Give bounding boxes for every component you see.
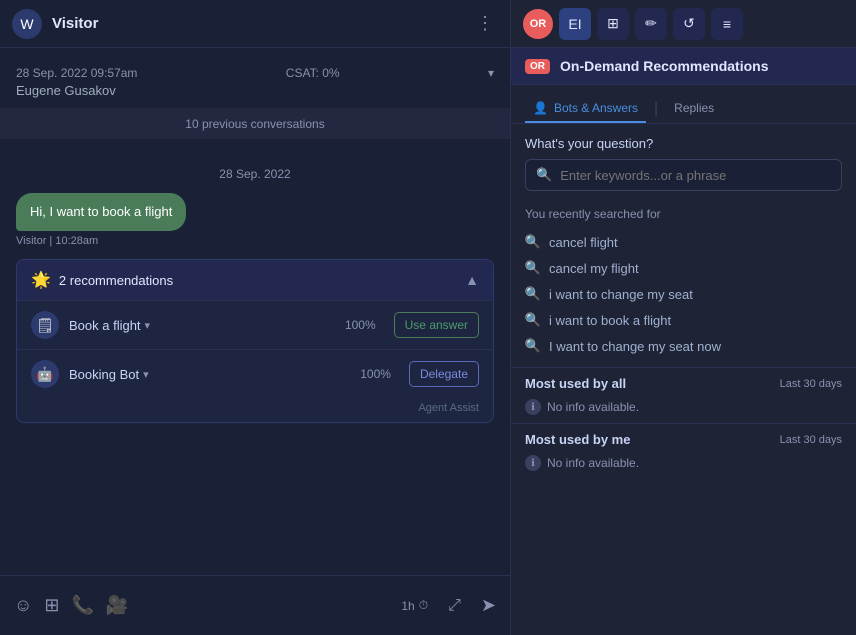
bots-tab-icon: 👤: [533, 101, 548, 115]
doc-top-icon[interactable]: ≡: [711, 8, 743, 40]
visitor-title: Visitor: [52, 15, 472, 32]
visitor-message-wrapper: Hi, I want to book a flight Visitor | 10…: [16, 193, 494, 247]
date-divider: 28 Sep. 2022: [16, 167, 494, 181]
rec-header[interactable]: 🌟 2 recommendations ▲: [17, 260, 493, 300]
most-used-all-period: Last 30 days: [780, 378, 842, 390]
info-icon-all: ℹ: [525, 399, 541, 415]
rec-row-0: 🗒 Book a flight ▾ 100% Use answer: [17, 300, 493, 349]
recent-text-2: i want to change my seat: [549, 287, 693, 302]
rec-row-1: 🤖 Booking Bot ▾ 100% Delegate: [17, 349, 493, 398]
right-panel: OR EI ⊞ ✏ ↺ ≡ OR On-Demand Recommendatio…: [510, 0, 856, 635]
rec-item-chevron-icon-1: ▾: [143, 368, 149, 381]
search-area: What's your question? 🔍: [511, 124, 856, 199]
tab-bots-answers[interactable]: 👤 Bots & Answers: [525, 95, 646, 123]
sun-icon: 🌟: [31, 270, 51, 290]
tab-divider: |: [654, 100, 658, 118]
most-used-all-empty: ℹ No info available.: [525, 399, 842, 415]
most-used-all-section: Most used by all Last 30 days ℹ No info …: [511, 367, 856, 423]
grid-top-icon[interactable]: ⊞: [597, 8, 629, 40]
delegate-button[interactable]: Delegate: [409, 361, 479, 387]
timer-value: 1h: [401, 599, 414, 613]
send-icon[interactable]: ➤: [481, 595, 496, 616]
chat-area: 28 Sep. 2022 Hi, I want to book a flight…: [0, 139, 510, 439]
bubble-meta: Visitor | 10:28am: [16, 235, 494, 247]
recently-section: You recently searched for 🔍 cancel fligh…: [511, 199, 856, 367]
rec-label-1: Booking Bot ▾: [69, 367, 350, 382]
ei-top-icon[interactable]: EI: [559, 8, 591, 40]
phone-icon[interactable]: 📞: [71, 595, 93, 616]
options-icon[interactable]: ⋮: [472, 9, 498, 38]
recent-item-2[interactable]: 🔍 i want to change my seat: [525, 281, 842, 307]
recent-text-3: i want to book a flight: [549, 313, 671, 328]
search-icon: 🔍: [536, 167, 552, 183]
conv-name: Eugene Gusakov: [16, 83, 494, 98]
search-box: 🔍: [525, 159, 842, 191]
conversations-area: 28 Sep. 2022 09:57am CSAT: 0% ▾ Eugene G…: [0, 48, 510, 575]
recent-search-icon-3: 🔍: [525, 312, 541, 328]
or-panel-title: On-Demand Recommendations: [560, 58, 768, 74]
recent-item-3[interactable]: 🔍 i want to book a flight: [525, 307, 842, 333]
or-badge: OR: [525, 59, 550, 74]
app-logo: W: [12, 9, 42, 39]
recent-text-0: cancel flight: [549, 235, 618, 250]
recent-search-icon-1: 🔍: [525, 260, 541, 276]
rec-item-chevron-icon: ▾: [145, 319, 151, 332]
rec-header-left: 🌟 2 recommendations: [31, 270, 173, 290]
history-top-icon[interactable]: ↺: [673, 8, 705, 40]
rec-doc-icon: 🗒: [31, 311, 59, 339]
tab-replies[interactable]: Replies: [666, 95, 722, 123]
left-panel: W Visitor ⋮ 28 Sep. 2022 09:57am CSAT: 0…: [0, 0, 510, 635]
rec-bot-icon: 🤖: [31, 360, 59, 388]
emoji-icon[interactable]: ☺: [14, 595, 32, 616]
search-input[interactable]: [560, 168, 831, 183]
recent-search-icon-0: 🔍: [525, 234, 541, 250]
use-answer-button[interactable]: Use answer: [394, 312, 479, 338]
most-used-me-title: Most used by me: [525, 432, 630, 447]
right-scrollable: What's your question? 🔍 You recently sea…: [511, 124, 856, 635]
rec-chevron-icon: ▲: [465, 272, 479, 288]
recent-item-1[interactable]: 🔍 cancel my flight: [525, 255, 842, 281]
conv-expand-icon: ▾: [488, 66, 494, 80]
most-used-me-empty: ℹ No info available.: [525, 455, 842, 471]
recently-title: You recently searched for: [525, 207, 842, 221]
top-bar: W Visitor ⋮: [0, 0, 510, 48]
visitor-bubble: Hi, I want to book a flight: [16, 193, 186, 231]
expand-icon[interactable]: ⤢: [448, 597, 461, 615]
most-used-all-header: Most used by all Last 30 days: [525, 376, 842, 391]
what-question-label: What's your question?: [525, 136, 842, 151]
most-used-me-section: Most used by me Last 30 days ℹ No info a…: [511, 423, 856, 479]
most-used-me-header: Most used by me Last 30 days: [525, 432, 842, 447]
recent-search-icon-4: 🔍: [525, 338, 541, 354]
conv-csat: CSAT: 0%: [286, 66, 340, 80]
bottom-bar: ☺ ⊞ 📞 🎥 1h ⏱ ⤢ ➤: [0, 575, 510, 635]
edit-top-icon[interactable]: ✏: [635, 8, 667, 40]
rec-percent-0: 100%: [345, 318, 376, 332]
timer-icon: ⏱: [419, 598, 428, 613]
rec-label-0: Book a flight ▾: [69, 318, 335, 333]
most-used-me-period: Last 30 days: [780, 434, 842, 446]
timer-badge: 1h ⏱: [401, 598, 428, 613]
recent-item-0[interactable]: 🔍 cancel flight: [525, 229, 842, 255]
info-icon-me: ℹ: [525, 455, 541, 471]
rec-percent-1: 100%: [360, 367, 391, 381]
image-icon[interactable]: ⊞: [44, 595, 59, 616]
most-used-all-title: Most used by all: [525, 376, 626, 391]
rec-count-label: 2 recommendations: [59, 273, 173, 288]
conv-date: 28 Sep. 2022 09:57am: [16, 66, 137, 80]
tabs-row: 👤 Bots & Answers | Replies: [511, 85, 856, 124]
agent-assist-label: Agent Assist: [17, 398, 493, 422]
video-icon[interactable]: 🎥: [106, 595, 128, 616]
recent-search-icon-2: 🔍: [525, 286, 541, 302]
prev-conversations-bar[interactable]: 10 previous conversations: [0, 109, 510, 139]
recent-item-4[interactable]: 🔍 I want to change my seat now: [525, 333, 842, 359]
recommendations-card: 🌟 2 recommendations ▲ 🗒 Book a flight ▾ …: [16, 259, 494, 423]
conversation-item[interactable]: 28 Sep. 2022 09:57am CSAT: 0% ▾ Eugene G…: [0, 56, 510, 109]
or-top-icon[interactable]: OR: [523, 9, 553, 39]
right-top-icons: OR EI ⊞ ✏ ↺ ≡: [511, 0, 856, 48]
recent-text-4: I want to change my seat now: [549, 339, 721, 354]
recent-text-1: cancel my flight: [549, 261, 639, 276]
or-header: OR On-Demand Recommendations: [511, 48, 856, 85]
